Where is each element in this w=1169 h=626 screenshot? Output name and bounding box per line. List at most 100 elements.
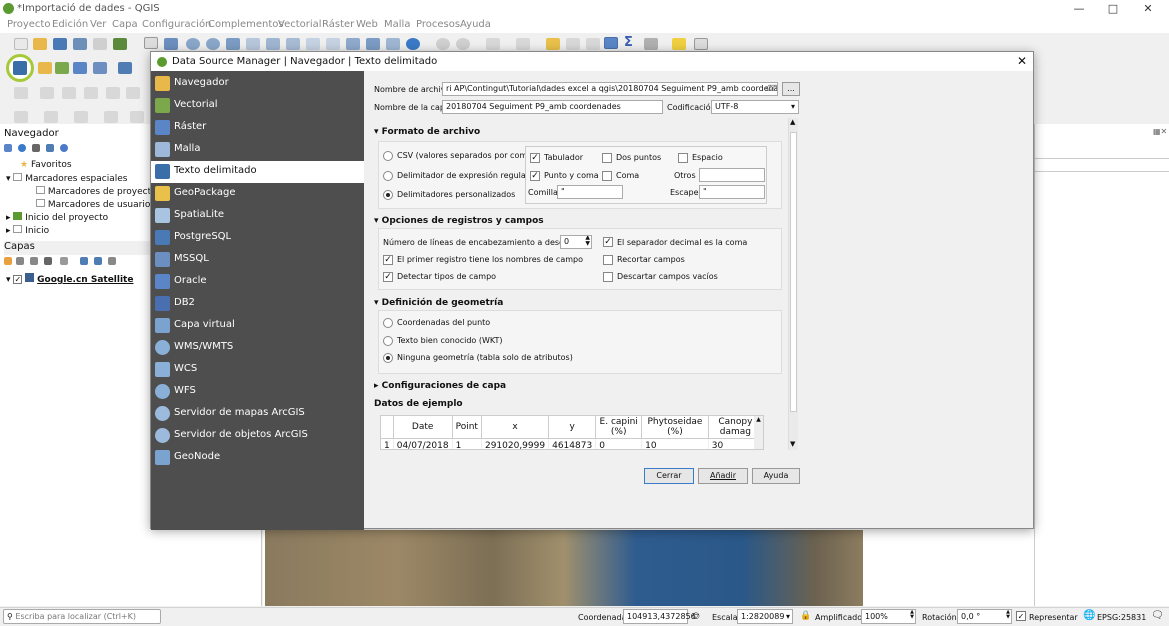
crs-globe-icon[interactable]: 🌐 — [1083, 610, 1095, 621]
column-header[interactable]: Date — [393, 416, 453, 439]
menu-capa[interactable]: Capa — [112, 19, 138, 30]
expression-filter-icon[interactable] — [60, 257, 68, 265]
first-record-checkbox[interactable]: ✓ — [383, 255, 393, 265]
scroll-up-icon[interactable]: ▲ — [790, 118, 795, 126]
new-3d-view-icon[interactable] — [366, 38, 380, 50]
layer-row-google[interactable]: ▾ ✓ Google.cn Satellite — [6, 273, 133, 285]
file-name-input[interactable]: ri AP\Contingut\Tutorial\dades excel a q… — [442, 82, 778, 96]
add-selected-icon[interactable] — [4, 144, 12, 152]
maximize-icon[interactable]: □ — [1098, 1, 1128, 17]
collapse-all-icon[interactable] — [46, 144, 54, 152]
scale-select[interactable]: 1:2820089 ▾ — [737, 609, 793, 624]
save-as-icon[interactable] — [73, 38, 87, 50]
browser-item-marcadores-usuarios[interactable]: Marcadores de usuarios — [36, 199, 155, 210]
render-checkbox[interactable]: ✓ — [1016, 611, 1026, 621]
zoom-selection-icon[interactable] — [266, 38, 280, 50]
sidebar-item-capa-virtual[interactable]: Capa virtual — [151, 315, 364, 337]
add-virtual-layer-icon[interactable] — [118, 62, 132, 74]
sidebar-item-malla[interactable]: Malla — [151, 139, 364, 161]
label-pin-icon[interactable] — [44, 111, 58, 123]
annotation-icon[interactable] — [672, 38, 686, 50]
sidebar-item-oracle[interactable]: Oracle — [151, 271, 364, 293]
measure-icon[interactable] — [644, 38, 658, 50]
crs-label[interactable]: EPSG:25831 — [1097, 613, 1146, 622]
new-layer-icon[interactable] — [38, 62, 52, 74]
dialog-close-icon[interactable]: ✕ — [1017, 54, 1027, 68]
close-window-icon[interactable]: ✕ — [1133, 1, 1163, 17]
menu-complementos[interactable]: Complementos — [208, 19, 284, 30]
filter-legend-icon[interactable] — [44, 257, 52, 265]
point-coords-radio[interactable] — [383, 318, 393, 328]
sidebar-item-raster[interactable]: Ráster — [151, 117, 364, 139]
minimize-icon[interactable]: — — [1064, 1, 1094, 17]
processing-icon[interactable] — [604, 37, 618, 49]
column-header[interactable]: E. capini (%) — [595, 416, 643, 439]
records-section[interactable]: ▾ Opciones de registros y campos — [374, 216, 544, 226]
save-project-icon[interactable] — [53, 38, 67, 50]
others-input[interactable] — [699, 168, 765, 182]
geometry-section[interactable]: ▾ Definición de geometría — [374, 298, 503, 308]
table-row[interactable]: 1 04/07/2018 1 291020,9999 4614873 0 10 … — [381, 438, 763, 449]
menu-vectorial[interactable]: Vectorial — [278, 19, 322, 30]
header-lines-spinbox[interactable]: 0 ▲ ▼ — [560, 235, 592, 249]
column-header[interactable]: Point — [452, 416, 482, 439]
escape-input[interactable]: " — [699, 185, 765, 199]
reshape-icon[interactable] — [126, 87, 140, 99]
pan-icon[interactable] — [144, 37, 158, 49]
file-format-section[interactable]: ▾ Formato de archivo — [374, 127, 480, 137]
tab-checkbox[interactable]: ✓ — [530, 153, 540, 163]
select-features-icon[interactable] — [486, 38, 500, 50]
column-header[interactable]: x — [481, 416, 550, 439]
sidebar-item-spatialite[interactable]: SpatiaLite — [151, 205, 364, 227]
vertical-scrollbar[interactable]: ▲ ▼ — [788, 118, 798, 450]
menu-procesos[interactable]: Procesos — [416, 19, 460, 30]
panel-close-icon[interactable]: ▦✕ — [1153, 127, 1167, 136]
sidebar-item-texto-delimitado[interactable]: Texto delimitado — [151, 161, 364, 183]
field-calc-icon[interactable] — [586, 38, 600, 50]
zoom-in-icon[interactable] — [186, 38, 200, 50]
magnifier-spinbox[interactable]: 100% ▲ ▼ — [861, 609, 916, 624]
select-value-icon[interactable] — [516, 38, 530, 50]
trim-checkbox[interactable] — [603, 255, 613, 265]
browser-item-inicio-proyecto[interactable]: ▸ Inicio del proyecto — [6, 212, 108, 223]
close-button[interactable]: Cerrar — [644, 468, 694, 484]
help-button[interactable]: Ayuda — [752, 468, 800, 484]
menu-ayuda[interactable]: Ayuda — [460, 19, 491, 30]
toggle-extents-icon[interactable]: ⎊ — [692, 611, 700, 622]
add-button[interactable]: Añadir — [698, 468, 748, 484]
digitize-icon[interactable] — [14, 87, 28, 99]
comma-checkbox[interactable] — [602, 171, 612, 181]
regex-radio[interactable] — [383, 171, 393, 181]
locator-search-input[interactable]: ⚲ Escriba para localizar (Ctrl+K) — [3, 609, 161, 624]
space-checkbox[interactable] — [678, 153, 688, 163]
semicolon-checkbox[interactable]: ✓ — [530, 171, 540, 181]
label-move-icon[interactable] — [74, 111, 88, 123]
sidebar-item-wms[interactable]: WMS/WMTS — [151, 337, 364, 359]
zoom-full-icon[interactable] — [226, 38, 240, 50]
sample-data-table[interactable]: Date Point x y E. capini (%) Phytoseidae… — [380, 415, 764, 450]
label-tool-icon[interactable] — [14, 111, 28, 123]
menu-malla[interactable]: Malla — [384, 19, 410, 30]
menu-raster[interactable]: Ráster — [322, 19, 354, 30]
new-map-view-icon[interactable] — [346, 38, 360, 50]
label-rotate-icon[interactable] — [104, 111, 118, 123]
browse-file-button[interactable]: ... — [782, 82, 800, 96]
layer-name-input[interactable]: 20180704 Seguiment P9_amb coordenades — [442, 100, 663, 114]
menu-configuracion[interactable]: Configuración — [142, 19, 211, 30]
quote-input[interactable]: " — [557, 185, 623, 199]
layer-visible-checkbox[interactable]: ✓ — [13, 275, 23, 284]
add-wms-icon[interactable] — [93, 62, 107, 74]
attribute-table-icon[interactable] — [566, 38, 580, 50]
edit-icon[interactable] — [40, 87, 54, 99]
deselect-icon[interactable] — [546, 38, 560, 50]
refresh-icon[interactable] — [406, 38, 420, 50]
browser-item-inicio[interactable]: ▸ Inicio — [6, 225, 49, 234]
sidebar-item-geonode[interactable]: GeoNode — [151, 447, 364, 469]
layer-settings-section[interactable]: ▸ Configuraciones de capa — [374, 381, 506, 391]
new-project-icon[interactable] — [14, 38, 28, 50]
decimal-comma-checkbox[interactable]: ✓ — [603, 237, 613, 247]
identify-icon[interactable] — [436, 38, 450, 50]
bookmark-icon[interactable] — [386, 38, 400, 50]
scroll-thumb[interactable] — [790, 132, 797, 412]
custom-delimiter-radio[interactable] — [383, 190, 393, 200]
